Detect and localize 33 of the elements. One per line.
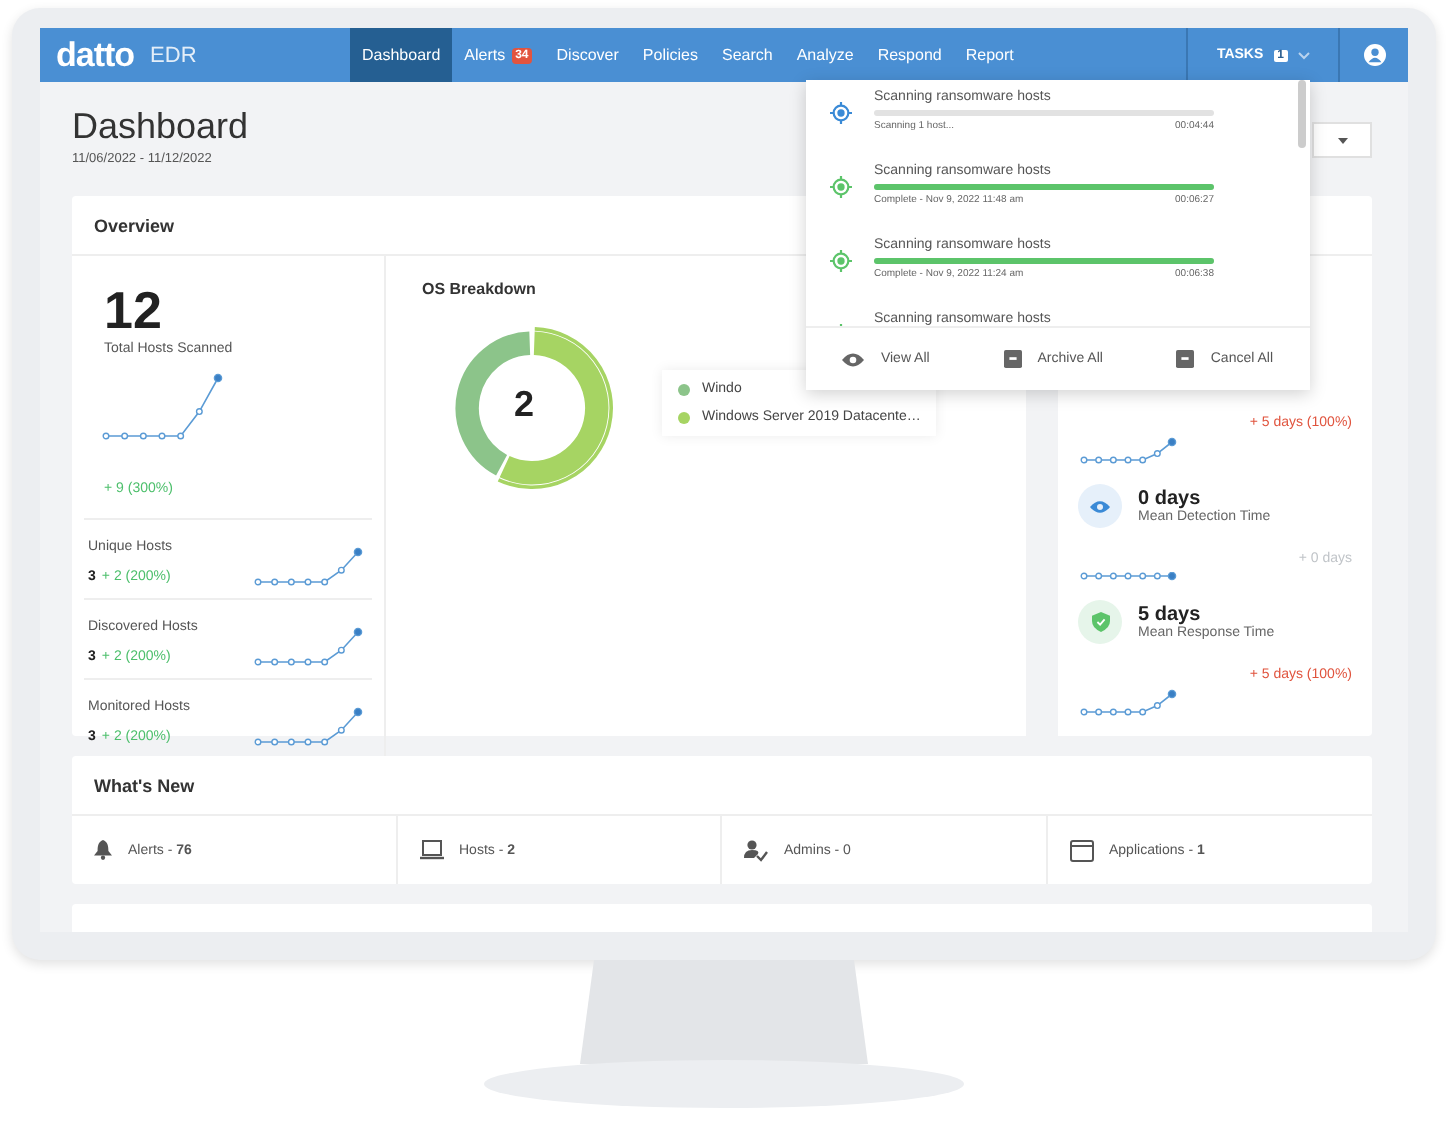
target-icon bbox=[830, 102, 852, 124]
target-icon bbox=[830, 176, 852, 198]
total-count: 12 bbox=[102, 284, 164, 336]
bell-icon bbox=[94, 840, 112, 860]
page-title: Dashboard bbox=[72, 106, 249, 148]
person-check-icon bbox=[744, 839, 768, 861]
target-icon bbox=[830, 250, 852, 272]
sparkline-drawing bbox=[100, 372, 224, 444]
sparkline-drawing bbox=[1078, 688, 1178, 720]
date-select[interactable] bbox=[1312, 122, 1372, 158]
logo: datto bbox=[56, 35, 135, 75]
eye-icon bbox=[842, 351, 865, 367]
metric-value: 5 days bbox=[1138, 604, 1203, 626]
metric-value: 0 days bbox=[1138, 488, 1201, 510]
chevron-down-icon bbox=[1298, 51, 1310, 59]
sparkline-drawing bbox=[1078, 572, 1178, 584]
archive-icon bbox=[1003, 350, 1022, 368]
archive-icon bbox=[1176, 350, 1195, 368]
laptop-icon bbox=[419, 840, 443, 860]
chart-title: OS Breakdown bbox=[422, 280, 538, 298]
nav-tab[interactable]: Dashboard bbox=[350, 28, 453, 82]
sparkline-drawing bbox=[252, 626, 364, 670]
card-title: What's New bbox=[72, 756, 1372, 816]
caret-icon bbox=[1337, 137, 1347, 143]
eye-icon bbox=[1078, 484, 1122, 528]
shield-check-icon bbox=[1078, 600, 1122, 644]
sparkline-drawing bbox=[252, 546, 364, 590]
window-icon bbox=[1069, 839, 1093, 861]
sparkline-drawing bbox=[1078, 436, 1178, 468]
scrollbar[interactable] bbox=[1298, 80, 1306, 148]
donut-total: 2 bbox=[514, 384, 535, 426]
product-name: EDR bbox=[150, 43, 197, 67]
user-icon bbox=[1363, 44, 1385, 66]
